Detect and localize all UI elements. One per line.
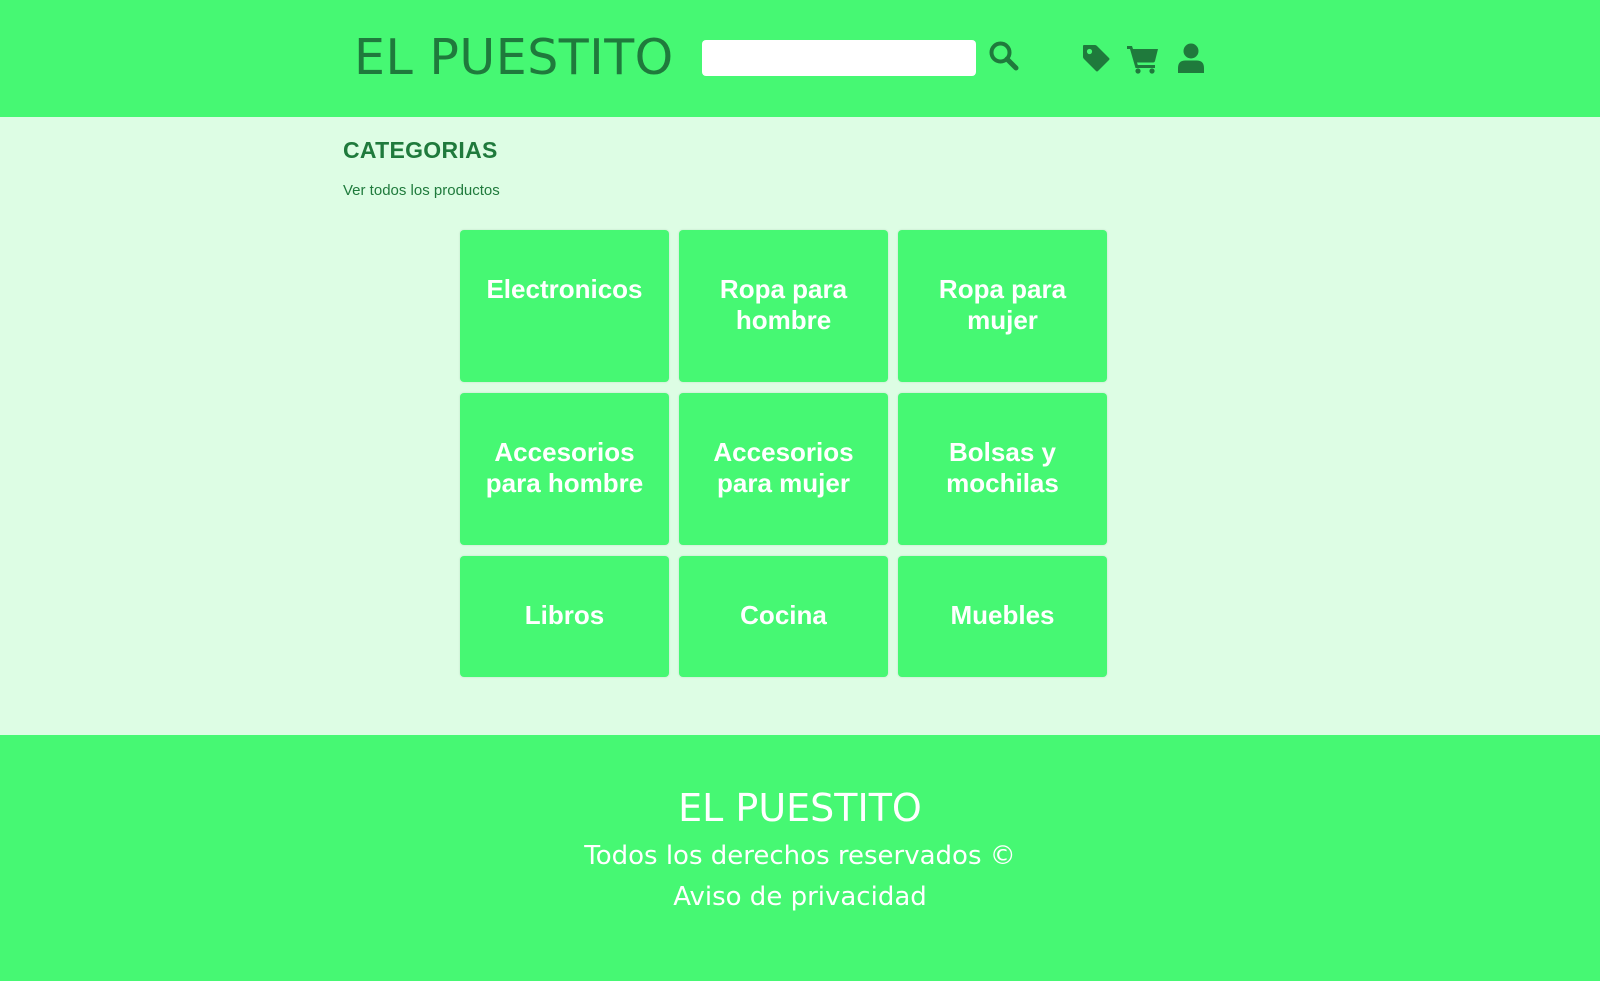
category-label: Muebles [950,600,1055,630]
category-card-accesorios-mujer[interactable]: Accesorios para mujer [679,393,888,545]
cart-button[interactable] [1125,40,1161,76]
privacy-notice-link[interactable]: Aviso de privacidad [0,879,1600,915]
category-label: Accesorios para hombre [485,437,644,498]
category-card-bolsas-mochilas[interactable]: Bolsas y mochilas [898,393,1107,545]
search-input[interactable] [702,40,976,76]
categories-title: CATEGORIAS [343,137,498,163]
site-logo[interactable]: EL PUESTITO [354,28,674,88]
category-label: Electronicos [486,274,643,304]
category-card-libros[interactable]: Libros [460,556,669,677]
category-label: Accesorios para mujer [713,437,854,498]
category-card-accesorios-hombre[interactable]: Accesorios para hombre [460,393,669,545]
category-card-muebles[interactable]: Muebles [898,556,1107,677]
view-all-products-link[interactable]: Ver todos los productos [343,182,500,200]
copyright-text: Todos los derechos reservados © [584,841,1016,871]
category-card-ropa-hombre[interactable]: Ropa para hombre [679,230,888,382]
category-card-ropa-mujer[interactable]: Ropa para mujer [898,230,1107,382]
cart-icon [1127,46,1158,74]
category-card-cocina[interactable]: Cocina [679,556,888,677]
search-icon [989,41,1019,71]
site-footer: EL PUESTITO Todos los derechos reservado… [0,735,1600,981]
user-icon [1178,43,1204,73]
site-header: EL PUESTITO [0,0,1600,117]
category-label: Libros [524,600,605,630]
footer-brand: EL PUESTITO [678,786,922,830]
category-grid: Electronicos Ropa para hombre Ropa para … [460,230,1108,677]
account-button[interactable] [1173,40,1209,76]
category-label: Ropa para mujer [938,274,1067,335]
search-button[interactable] [986,38,1022,74]
category-label: Cocina [740,600,827,630]
category-label: Ropa para hombre [719,274,848,335]
offers-button[interactable] [1078,40,1114,76]
category-label: Bolsas y mochilas [946,437,1059,498]
tag-icon [1083,45,1110,72]
category-card-electronicos[interactable]: Electronicos [460,230,669,382]
